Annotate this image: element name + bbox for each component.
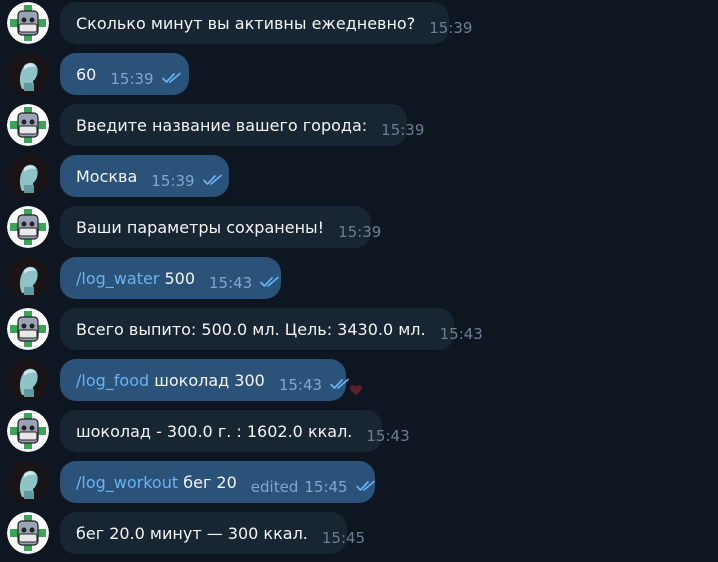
double-check-icon	[355, 478, 376, 496]
message-meta: 15:39	[429, 19, 472, 37]
command-link[interactable]: /log_workout	[76, 473, 178, 492]
user-avatar[interactable]	[7, 257, 49, 299]
message-row: /log_workout бег 20 edited 15:45	[0, 461, 718, 511]
bot-avatar[interactable]	[7, 308, 49, 350]
message-time: 15:45	[304, 478, 348, 496]
user-avatar[interactable]	[7, 53, 49, 95]
outgoing-message[interactable]: /log_workout бег 20 edited 15:45	[60, 461, 375, 503]
message-time: 15:39	[429, 19, 473, 37]
message-text: 500	[159, 268, 195, 288]
bot-avatar[interactable]	[7, 512, 49, 554]
message-time: 15:39	[381, 121, 425, 139]
outgoing-message[interactable]: /log_water 500 15:43	[60, 257, 281, 299]
user-avatar[interactable]	[7, 461, 49, 503]
bot-avatar[interactable]	[7, 206, 49, 248]
heart-icon[interactable]	[349, 382, 363, 396]
command-link[interactable]: /log_food	[76, 371, 149, 390]
outgoing-message[interactable]: Москва 15:39	[60, 155, 229, 197]
message-text: Введите название вашего города:	[76, 115, 368, 135]
message-meta: 15:39	[110, 70, 181, 88]
message-time: 15:45	[321, 529, 366, 547]
message-time: 15:39	[338, 223, 382, 241]
message-meta: 15:43	[366, 427, 409, 445]
message-row: Ваши параметры сохранены! 15:39	[0, 206, 718, 256]
chat-history: Сколько минут вы активны ежедневно? 15:3…	[0, 0, 718, 561]
message-row: Введите название вашего города: 15:39	[0, 104, 718, 154]
message-meta: 15:43	[279, 376, 350, 394]
message-text: бег 20.0 минут — 300 ккал.	[76, 523, 308, 543]
message-time: 15:39	[151, 172, 195, 190]
incoming-message[interactable]: шоколад - 300.0 г. : 1602.0 ккал. 15:43	[60, 410, 410, 452]
message-row: 60 15:39	[0, 53, 718, 103]
message-meta: 15:39	[338, 223, 381, 241]
double-check-icon	[202, 172, 223, 190]
edited-label: edited	[250, 478, 299, 496]
message-meta: 15:45	[322, 529, 365, 547]
message-text: Москва	[76, 166, 138, 186]
bot-avatar[interactable]	[7, 2, 49, 44]
outgoing-message[interactable]: /log_food шоколад 300 15:43	[60, 359, 349, 401]
incoming-message[interactable]: Введите название вашего города: 15:39	[60, 104, 424, 146]
incoming-message[interactable]: Сколько минут вы активны ежедневно? 15:3…	[60, 2, 472, 44]
message-text: шоколад 300	[149, 370, 265, 390]
command-link[interactable]: /log_water	[76, 269, 159, 288]
message-time: 15:43	[278, 376, 323, 394]
bot-avatar[interactable]	[7, 104, 49, 146]
incoming-message[interactable]: бег 20.0 минут — 300 ккал. 15:45	[60, 512, 365, 554]
message-time: 15:43	[439, 325, 483, 343]
message-row: Всего выпито: 500.0 мл. Цель: 3430.0 мл.…	[0, 308, 718, 358]
bot-avatar[interactable]	[7, 410, 49, 452]
message-row: Москва 15:39	[0, 155, 718, 205]
message-meta: 15:43	[440, 325, 483, 343]
message-row: Сколько минут вы активны ежедневно? 15:3…	[0, 2, 718, 52]
user-avatar[interactable]	[7, 155, 49, 197]
message-time: 15:43	[366, 427, 410, 445]
message-text: бег 20	[178, 472, 237, 492]
message-meta: edited 15:45	[251, 478, 376, 496]
incoming-message[interactable]: Всего выпито: 500.0 мл. Цель: 3430.0 мл.…	[60, 308, 483, 350]
message-row: /log_food шоколад 300 15:43	[0, 359, 718, 409]
message-row: шоколад - 300.0 г. : 1602.0 ккал. 15:43	[0, 410, 718, 460]
message-time: 15:43	[209, 274, 253, 292]
message-time: 15:39	[110, 70, 154, 88]
message-text: шоколад - 300.0 г. : 1602.0 ккал.	[76, 421, 353, 441]
double-check-icon	[161, 70, 182, 88]
message-text: Всего выпито: 500.0 мл. Цель: 3430.0 мл.	[76, 319, 426, 339]
message-text: 60	[76, 64, 97, 84]
message-meta: 15:39	[151, 172, 222, 190]
message-meta: 15:39	[381, 121, 424, 139]
message-row: бег 20.0 минут — 300 ккал. 15:45	[0, 512, 718, 562]
message-row: /log_water 500 15:43	[0, 257, 718, 307]
double-check-icon	[330, 376, 350, 394]
message-meta: 15:43	[209, 274, 280, 292]
message-text: Сколько минут вы активны ежедневно?	[76, 13, 416, 33]
double-check-icon	[260, 274, 280, 292]
message-text: Ваши параметры сохранены!	[76, 217, 325, 237]
outgoing-message[interactable]: 60 15:39	[60, 53, 189, 95]
incoming-message[interactable]: Ваши параметры сохранены! 15:39	[60, 206, 381, 248]
user-avatar[interactable]	[7, 359, 49, 401]
